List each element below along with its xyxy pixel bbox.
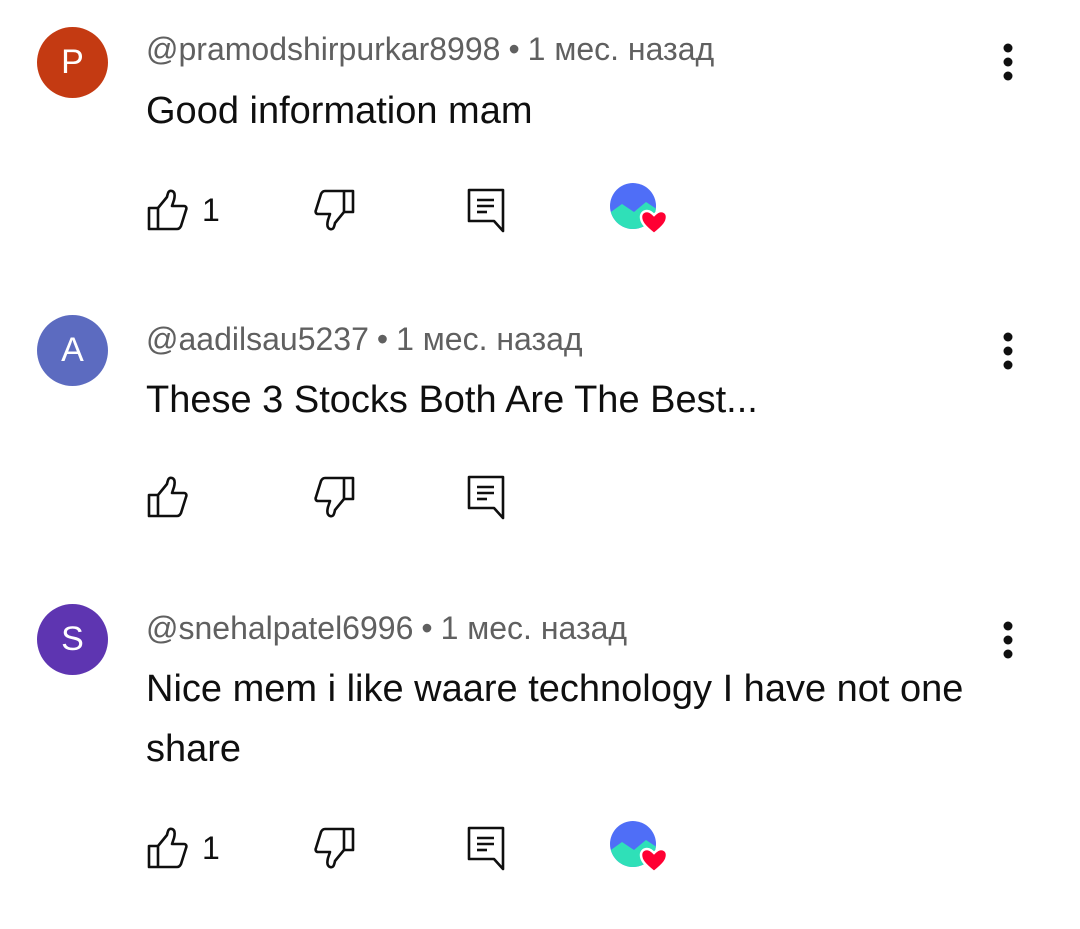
meta-separator: •	[508, 31, 520, 67]
thumb-down-icon	[314, 475, 356, 519]
like-button[interactable]: 1	[146, 180, 220, 240]
comment-time: 1 мес. назад	[440, 610, 628, 646]
creator-heart[interactable]	[608, 180, 672, 240]
comment-reply-icon	[466, 474, 506, 520]
creator-heart-icon	[608, 818, 672, 878]
dislike-button[interactable]	[314, 467, 356, 527]
comment-actions: 1	[146, 180, 746, 240]
comment-meta: @pramodshirpurkar8998 • 1 мес. назад	[146, 31, 714, 68]
thumb-down-icon	[314, 826, 356, 870]
comment-text: Nice mem i like waare technology I have …	[146, 668, 964, 770]
comment-reply-icon	[466, 187, 506, 233]
comment-actions	[146, 467, 746, 527]
comment-reply-icon	[466, 825, 506, 871]
more-vert-icon[interactable]	[990, 327, 1026, 375]
author-name[interactable]: @pramodshirpurkar8998	[146, 31, 500, 67]
reply-button[interactable]	[466, 467, 506, 527]
more-vert-icon[interactable]	[990, 38, 1026, 86]
dislike-button[interactable]	[314, 818, 356, 878]
meta-separator: •	[421, 610, 433, 646]
comment-time: 1 мес. назад	[396, 321, 583, 357]
author-name[interactable]: @snehalpatel6996	[146, 610, 413, 646]
thumb-up-icon	[146, 826, 188, 870]
thumb-up-icon	[146, 188, 188, 232]
thumb-up-icon	[146, 475, 188, 519]
dislike-button[interactable]	[314, 180, 356, 240]
creator-heart-icon	[608, 180, 672, 240]
avatar[interactable]: A	[37, 315, 108, 386]
like-button[interactable]: 1	[146, 818, 220, 878]
reply-button[interactable]	[466, 180, 506, 240]
comment-text: These 3 Stocks Both Are The Best...	[146, 379, 758, 421]
more-vert-icon[interactable]	[990, 616, 1026, 664]
comment-meta: @snehalpatel6996 • 1 мес. назад	[146, 610, 627, 647]
meta-separator: •	[376, 321, 389, 357]
creator-heart[interactable]	[608, 818, 672, 878]
author-name[interactable]: @aadilsau5237	[146, 321, 369, 357]
like-count: 1	[202, 191, 220, 228]
comment-actions: 1	[146, 818, 746, 878]
comment-meta: @aadilsau5237 • 1 мес. назад	[146, 321, 583, 358]
comment-time: 1 мес. назад	[527, 31, 715, 67]
like-button[interactable]	[146, 467, 202, 527]
avatar[interactable]: S	[37, 604, 108, 675]
like-count: 1	[202, 829, 220, 866]
avatar[interactable]: P	[37, 27, 108, 98]
reply-button[interactable]	[466, 818, 506, 878]
thumb-down-icon	[314, 188, 356, 232]
comment-text: Good information mam	[146, 90, 533, 132]
